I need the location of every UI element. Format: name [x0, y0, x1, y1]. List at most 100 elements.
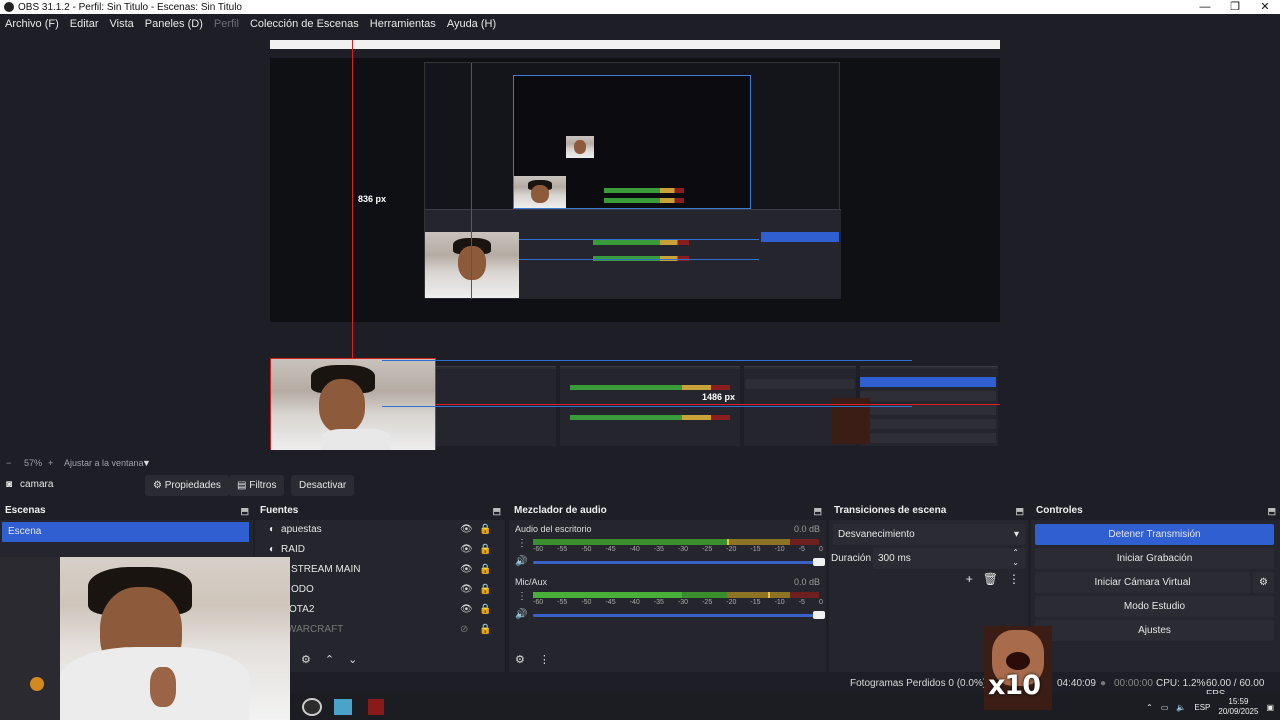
meter-tick-label: -20 [726, 599, 737, 606]
duration-spinbox[interactable]: 300 ms ⌃ ⌄ [873, 548, 1025, 569]
obs-taskbar-icon[interactable] [302, 698, 322, 716]
track-menu-icon[interactable]: ⋮ [517, 538, 527, 549]
dock-float-icon[interactable]: ⬒ [1015, 502, 1024, 520]
track-menu-icon[interactable]: ⋮ [517, 591, 527, 602]
scenes-title: Escenas [5, 505, 46, 516]
menu-herramientas[interactable]: Herramientas [370, 18, 436, 30]
dock-float-icon[interactable]: ⬒ [492, 502, 501, 520]
lock-icon[interactable]: 🔒 [479, 560, 491, 580]
source-item-raid[interactable]: ◐ RAID 👁 🔒 [255, 540, 505, 560]
sources-title: Fuentes [260, 505, 299, 516]
source-item-warcraft[interactable]: WARCRAFT ⊘ 🔒 [255, 620, 505, 640]
start-record-button[interactable]: Iniciar Grabación [1035, 548, 1274, 569]
meter-tick-label: -50 [581, 546, 592, 553]
move-up-icon[interactable]: ⌃ [325, 653, 334, 666]
volume-speaker-icon[interactable]: 🔊 [515, 556, 527, 567]
zoom-out-button[interactable]: − [6, 458, 11, 468]
record-time: 00:00:00 [1114, 678, 1153, 689]
dock-float-icon[interactable]: ⬒ [240, 502, 249, 520]
dock-float-icon[interactable]: ⬒ [1267, 502, 1276, 520]
mixer-menu-icon[interactable]: ⋮ [539, 653, 550, 666]
volume-slider[interactable] [533, 611, 825, 619]
source-item-ota2[interactable]: OTA2 👁 🔒 [255, 600, 505, 620]
fit-to-window-label[interactable]: Ajustar a la ventana [64, 458, 144, 468]
menu-ayuda[interactable]: Ayuda (H) [447, 18, 496, 30]
source-item-odo[interactable]: ODO 👁 🔒 [255, 580, 505, 600]
source-item-stream-main[interactable]: STREAM MAIN 👁 🔒 [255, 560, 505, 580]
visibility-eye-icon[interactable]: 👁 [460, 520, 473, 540]
hidden-eye-icon[interactable]: ⊘ [460, 620, 468, 640]
meter-tick-label: -55 [557, 546, 568, 553]
visibility-eye-icon[interactable]: 👁 [460, 580, 473, 600]
more-menu-icon[interactable]: ⋮ [1008, 572, 1020, 586]
maximize-button[interactable]: ❐ [1220, 0, 1250, 14]
filters-button[interactable]: ▤ Filtros [229, 475, 285, 496]
preview-canvas[interactable]: 836 px 1486 px [270, 40, 1000, 450]
trash-icon[interactable]: 🗑 [983, 572, 998, 586]
meter-tick-label: -45 [605, 546, 616, 553]
mixer-track-mic: Mic/Aux 0.0 dB ⋮ -60 -55 -50 -45 -40 -35 -30 -2… [509, 577, 826, 630]
source-item-apuestas[interactable]: ◐ apuestas 👁 🔒 [255, 520, 505, 540]
dock-float-icon[interactable]: ⬒ [813, 502, 822, 520]
cpu-usage: CPU: 1.2% [1156, 678, 1206, 689]
deactivate-button[interactable]: Desactivar [291, 475, 355, 496]
move-down-icon[interactable]: ⌄ [348, 653, 357, 666]
zoom-dropdown-icon[interactable]: ▼ [142, 458, 151, 468]
lock-icon[interactable]: 🔒 [479, 520, 491, 540]
transition-select[interactable]: Desvanecimiento ▾ [833, 524, 1025, 545]
meter-tick-label: -5 [798, 546, 805, 553]
lock-icon[interactable]: 🔒 [479, 540, 491, 560]
volume-slider[interactable] [533, 558, 825, 566]
mixer-title: Mezclador de audio [514, 505, 607, 516]
nested-title-bar [270, 40, 1000, 49]
track-db: 0.0 dB [793, 577, 820, 587]
scene-item[interactable]: Escena [2, 522, 249, 542]
lock-icon[interactable]: 🔒 [479, 580, 491, 600]
minimize-button[interactable]: — [1190, 0, 1220, 14]
menu-archivo[interactable]: Archivo (F) [5, 18, 59, 30]
spin-arrows-icon: ⌃ ⌄ [1012, 548, 1019, 567]
zoom-in-button[interactable]: + [48, 458, 53, 468]
menu-vista[interactable]: Vista [110, 18, 134, 30]
meter-tick-label: -30 [677, 599, 689, 606]
volume-icon[interactable]: 🔈 [1176, 703, 1186, 712]
meter-tick-label: -30 [677, 546, 689, 553]
volume-speaker-icon[interactable]: 🔊 [515, 609, 527, 620]
notifications-icon[interactable]: ▣ [1266, 703, 1274, 712]
track-db: 0.0 dB [793, 524, 820, 534]
settings-button[interactable]: Ajustes [1035, 620, 1274, 641]
measure-vertical-label: 836 px [358, 194, 387, 204]
meter-tick-label: 0 [818, 599, 823, 606]
meter-tick-label: -15 [750, 599, 761, 606]
camera-source-preview[interactable] [270, 358, 436, 450]
lock-icon[interactable]: 🔒 [479, 600, 491, 620]
gear-icon[interactable]: ⚙ [301, 653, 311, 666]
level-meter [533, 592, 819, 598]
clock[interactable]: 15:59 20/09/2025 [1218, 697, 1258, 717]
stop-stream-button[interactable]: Detener Transmisión [1035, 524, 1274, 545]
properties-button[interactable]: ⚙ Propiedades [145, 475, 229, 496]
menu-editar[interactable]: Editar [70, 18, 99, 30]
visibility-eye-icon[interactable]: 👁 [460, 560, 473, 580]
close-button[interactable]: ✕ [1250, 0, 1280, 14]
menu-coleccion-escenas[interactable]: Colección de Escenas [250, 18, 359, 30]
advanced-audio-icon[interactable]: ⚙ [515, 653, 525, 666]
meter-tick-label: -45 [605, 599, 616, 606]
menu-paneles[interactable]: Paneles (D) [145, 18, 203, 30]
virtual-camera-settings-gear-icon[interactable]: ⚙ [1253, 572, 1274, 593]
tray-chevron-icon[interactable]: ⌃ [1146, 703, 1153, 712]
preview-area[interactable]: 836 px 1486 px [0, 34, 1280, 454]
visibility-eye-icon[interactable]: 👁 [460, 600, 473, 620]
app-taskbar-icon[interactable] [368, 699, 384, 715]
meter-scale: -60 -55 -50 -45 -40 -35 -30 -25 -20 -15 -10 -5 0 [533, 599, 823, 606]
keyboard-language[interactable]: ESP [1194, 703, 1210, 712]
measure-horizontal-label: 1486 px [702, 392, 736, 402]
lock-icon[interactable]: 🔒 [479, 620, 491, 640]
visibility-eye-icon[interactable]: 👁 [460, 540, 473, 560]
network-icon[interactable]: ▭ [1161, 703, 1169, 712]
app-taskbar-icon[interactable] [334, 699, 352, 715]
track-name: Audio del escritorio [515, 524, 592, 534]
add-icon[interactable]: + [966, 572, 973, 586]
studio-mode-button[interactable]: Modo Estudio [1035, 596, 1274, 617]
start-virtual-camera-button[interactable]: Iniciar Cámara Virtual [1035, 572, 1250, 593]
